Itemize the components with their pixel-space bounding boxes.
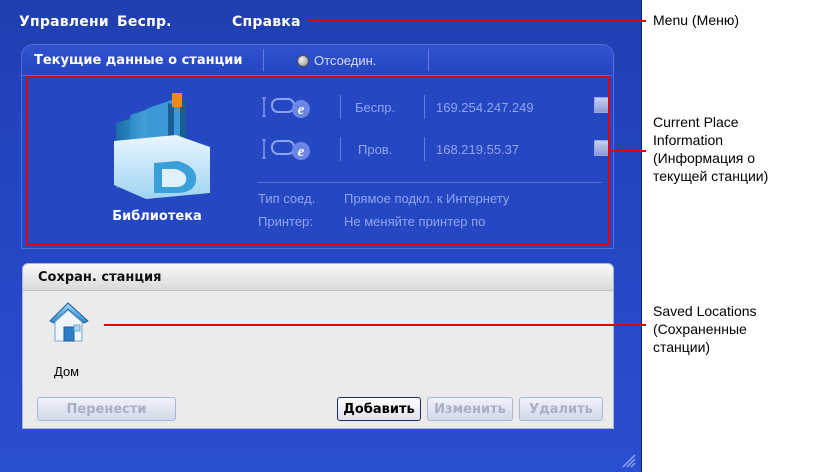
saved-locations-header: Сохран. станция (23, 264, 613, 291)
current-place-callout-label: Current Place Information (Информация о … (653, 113, 768, 185)
current-station-title: Текущие данные о станции (34, 53, 243, 68)
saved-callout-label: Saved Locations (Сохраненные станции) (653, 302, 757, 356)
menu-bar: Управлени Беспр. Справка (0, 0, 641, 38)
header-divider (263, 49, 264, 71)
menu-callout-label: Menu (Меню) (653, 12, 740, 28)
callout-line-text: станции) (653, 339, 711, 355)
callout-line-text: Saved Locations (653, 303, 757, 319)
callout-line-text: (Сохраненные (653, 321, 747, 337)
saved-locations-title: Сохран. станция (38, 270, 162, 285)
menu-help[interactable]: Справка (232, 14, 301, 30)
callout-line-text: Information (653, 132, 724, 148)
menu-wireless[interactable]: Беспр. (117, 14, 172, 30)
resize-grip-icon[interactable] (620, 452, 636, 468)
home-icon[interactable] (46, 299, 92, 345)
add-button[interactable]: Добавить (337, 397, 421, 421)
header-divider (428, 49, 429, 71)
callout-line-text: текущей станции) (653, 168, 769, 184)
saved-locations-panel: Сохран. станция Дом Перенести Добавить И… (22, 263, 614, 429)
connection-status: Отсоедин. (314, 53, 377, 68)
edit-button[interactable]: Изменить (427, 397, 513, 421)
callout-line-text: (Информация о (653, 150, 756, 166)
delete-button[interactable]: Удалить (519, 397, 603, 421)
callout-line-text: Current Place (653, 114, 739, 130)
current-place-callout-line (610, 150, 646, 152)
move-button[interactable]: Перенести (37, 397, 176, 421)
status-indicator-icon (297, 55, 309, 67)
current-station-highlight-box (26, 76, 610, 245)
current-station-header: Текущие данные о станции Отсоедин. (22, 45, 613, 76)
menu-callout-line (308, 20, 646, 22)
saved-location-label[interactable]: Дом (54, 364, 79, 379)
menu-manage[interactable]: Управлени (19, 14, 109, 30)
saved-callout-line (104, 324, 646, 326)
